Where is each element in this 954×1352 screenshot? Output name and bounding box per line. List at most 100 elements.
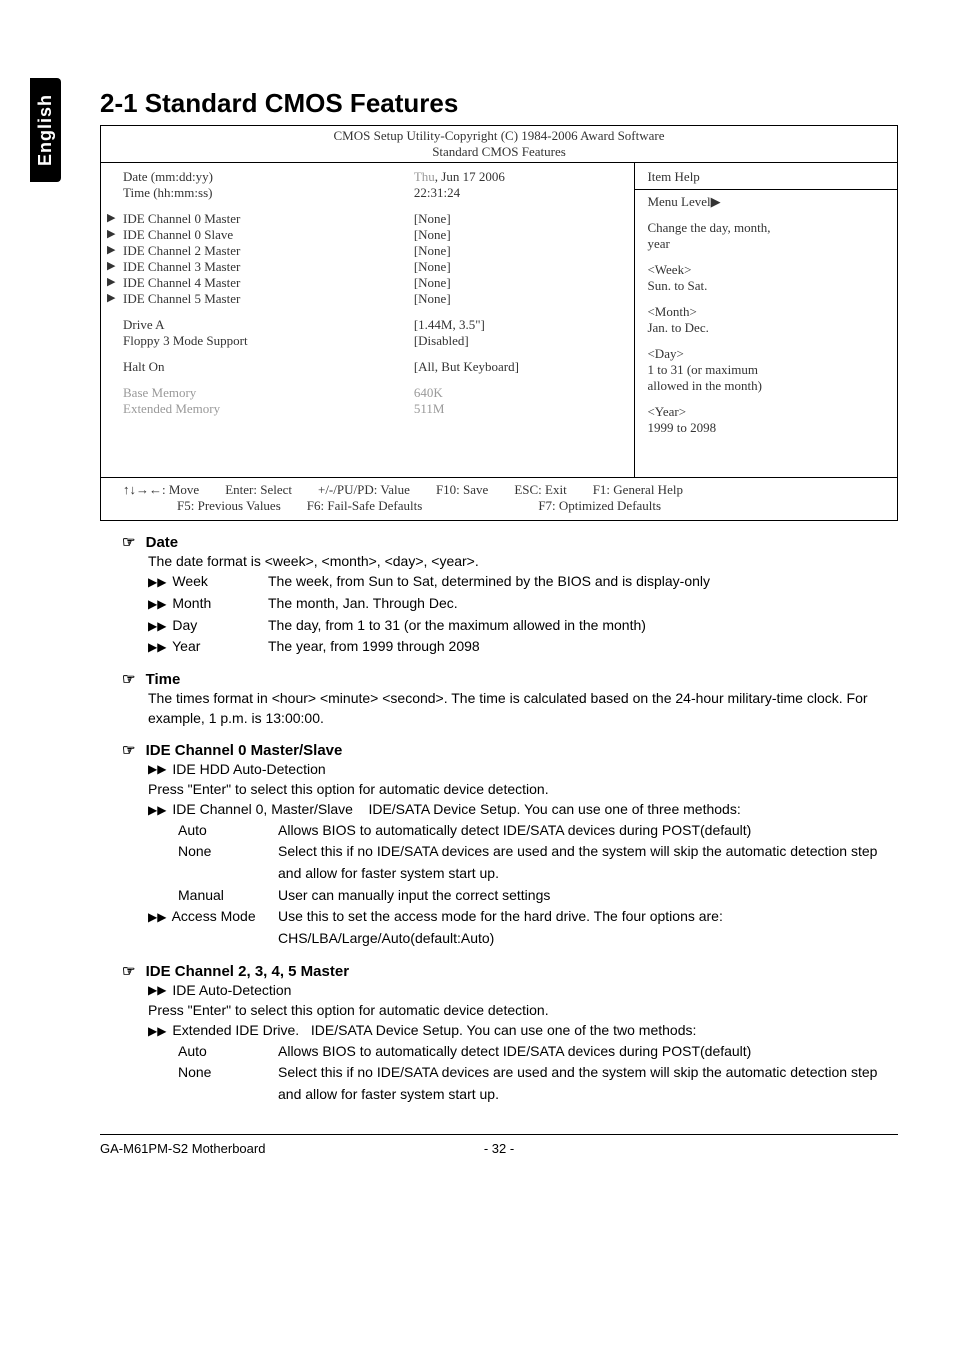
bios-drivea: Drive A <box>123 317 414 333</box>
triangle-icon: ▶ <box>107 291 115 304</box>
date-day-desc: The day, from 1 to 31 (or the maximum al… <box>268 615 898 637</box>
footer-page-number: - 32 - <box>439 1141 559 1156</box>
section-ide0-title: IDE Channel 0 Master/Slave <box>146 742 343 759</box>
bios-ide4m: IDE Channel 4 Master <box>123 275 414 291</box>
ide0-manual-term: Manual <box>178 885 278 907</box>
help-day-t1: 1 to 31 (or maximum <box>647 362 885 378</box>
footer-right <box>559 1141 898 1156</box>
date-week-desc: The week, from Sun to Sat, determined by… <box>268 571 898 593</box>
triangle-icon: ▶ <box>107 227 115 240</box>
key-f10: F10: Save <box>436 482 488 498</box>
footer-left: GA-M61PM-S2 Motherboard <box>100 1141 439 1156</box>
page-content: 2-1 Standard CMOS Features CMOS Setup Ut… <box>0 0 954 1196</box>
bios-footer: ↑↓→←: Move Enter: Select +/-/PU/PD: Valu… <box>101 477 897 520</box>
bios-left-pane: Date (mm:dd:yy)Thu, Jun 17 2006 Time (hh… <box>101 163 635 477</box>
bios-ide0s-v: [None] <box>414 227 625 243</box>
bios-time-label: Time (hh:mm:ss) <box>123 185 414 201</box>
help-menulevel: Menu Level <box>647 194 710 209</box>
ide2345-none-term: None <box>178 1062 278 1105</box>
date-month-term: ▶▶ Month <box>148 593 268 615</box>
ide0-manual-desc: User can manually input the correct sett… <box>278 885 898 907</box>
help-month-t: Jan. to Dec. <box>647 320 885 336</box>
ide2345-ext-row: ▶▶ Extended IDE Drive. IDE/SATA Device S… <box>148 1020 898 1040</box>
dbl-arrow-icon: ▶▶ <box>148 910 166 924</box>
bios-ide0m: IDE Channel 0 Master <box>123 211 414 227</box>
dbl-arrow-icon: ▶▶ <box>148 575 166 589</box>
hand-icon: ☞ <box>122 534 135 551</box>
key-f6: F6: Fail-Safe Defaults <box>307 498 423 514</box>
bios-ide2m: IDE Channel 2 Master <box>123 243 414 259</box>
key-f1: F1: General Help <box>593 482 683 498</box>
ide0-access-term: ▶▶ Access Mode <box>148 906 278 949</box>
date-intro: The date format is <week>, <month>, <day… <box>148 551 898 571</box>
hand-icon: ☞ <box>122 963 135 980</box>
date-day-term: ▶▶ Day <box>148 615 268 637</box>
triangle-icon: ▶ <box>107 211 115 224</box>
bios-basemem: Base Memory <box>123 385 414 401</box>
help-day-h: <Day> <box>647 346 885 362</box>
section-ide0: ☞ IDE Channel 0 Master/Slave <box>122 741 898 759</box>
bios-time-value: 22:31:24 <box>414 185 625 201</box>
bios-ide5m-v: [None] <box>414 291 625 307</box>
triangle-icon: ▶ <box>107 243 115 256</box>
ide0-auto-desc: Allows BIOS to automatically detect IDE/… <box>278 820 898 842</box>
bios-floppy3-v: [Disabled] <box>414 333 625 349</box>
bios-help-pane: Item Help Menu Level▶ Change the day, mo… <box>635 163 897 477</box>
bios-ide0s: IDE Channel 0 Slave <box>123 227 414 243</box>
hand-icon: ☞ <box>122 742 135 759</box>
help-week-t: Sun. to Sat. <box>647 278 885 294</box>
dbl-arrow-icon: ▶▶ <box>148 983 166 997</box>
bios-drivea-v: [1.44M, 3.5"] <box>414 317 625 333</box>
bios-date-value: Thu, Jun 17 2006 <box>414 169 625 185</box>
section-ide2345-title: IDE Channel 2, 3, 4, 5 Master <box>146 963 349 980</box>
bios-screenshot: CMOS Setup Utility-Copyright (C) 1984-20… <box>100 125 898 521</box>
date-year-term: ▶▶ Year <box>148 636 268 658</box>
bios-ide5m: IDE Channel 5 Master <box>123 291 414 307</box>
key-esc: ESC: Exit <box>514 482 566 498</box>
bios-ide3m: IDE Channel 3 Master <box>123 259 414 275</box>
help-week-h: <Week> <box>647 262 885 278</box>
bios-basemem-v: 640K <box>414 385 625 401</box>
bios-header-line1: CMOS Setup Utility-Copyright (C) 1984-20… <box>101 128 897 144</box>
triangle-icon: ▶ <box>107 275 115 288</box>
dbl-arrow-icon: ▶▶ <box>148 1024 166 1038</box>
bios-ide0m-v: [None] <box>414 211 625 227</box>
bios-extmem: Extended Memory <box>123 401 414 417</box>
bios-date-rest: , Jun 17 2006 <box>435 169 505 184</box>
dbl-arrow-icon: ▶▶ <box>148 597 166 611</box>
dbl-arrow-icon: ▶▶ <box>148 803 166 817</box>
ide2345-auto-term: Auto <box>178 1041 278 1063</box>
help-line2: year <box>647 236 885 252</box>
dbl-arrow-icon: ▶▶ <box>148 762 166 776</box>
bios-ide3m-v: [None] <box>414 259 625 275</box>
section-time: ☞ Time <box>122 670 898 688</box>
section-date: ☞ Date <box>122 533 898 551</box>
triangle-icon: ▶ <box>107 259 115 272</box>
ide2345-auto-det: ▶▶ IDE Auto-Detection <box>148 980 898 1000</box>
ide0-ch0-row: ▶▶ IDE Channel 0, Master/Slave IDE/SATA … <box>148 799 898 819</box>
ide0-hdd-auto: ▶▶ IDE HDD Auto-Detection <box>148 759 898 779</box>
dbl-arrow-icon: ▶▶ <box>148 640 166 654</box>
ide0-none-term: None <box>178 841 278 884</box>
page-footer: GA-M61PM-S2 Motherboard - 32 - <box>100 1134 898 1156</box>
help-year-h: <Year> <box>647 404 885 420</box>
bios-date-weekday: Thu <box>414 169 435 184</box>
date-month-desc: The month, Jan. Through Dec. <box>268 593 898 615</box>
section-date-title: Date <box>146 534 179 551</box>
hand-icon: ☞ <box>122 671 135 688</box>
ide2345-auto-desc: Allows BIOS to automatically detect IDE/… <box>278 1041 898 1063</box>
date-week-term: ▶▶ Week <box>148 571 268 593</box>
bios-header: CMOS Setup Utility-Copyright (C) 1984-20… <box>101 126 897 162</box>
ide0-hdd-auto-text: Press "Enter" to select this option for … <box>148 779 898 799</box>
time-text: The times format in <hour> <minute> <sec… <box>148 688 898 729</box>
key-move: ↑↓→←: Move <box>123 482 199 498</box>
bios-halton: Halt On <box>123 359 414 375</box>
key-f7: F7: Optimized Defaults <box>538 498 661 514</box>
triangle-icon: ▶ <box>711 194 721 209</box>
help-year-t: 1999 to 2098 <box>647 420 885 436</box>
ide0-access-desc: Use this to set the access mode for the … <box>278 906 898 949</box>
section-ide2345: ☞ IDE Channel 2, 3, 4, 5 Master <box>122 962 898 980</box>
ide0-none-desc: Select this if no IDE/SATA devices are u… <box>278 841 898 884</box>
date-year-desc: The year, from 1999 through 2098 <box>268 636 898 658</box>
key-pupd: +/-/PU/PD: Value <box>318 482 410 498</box>
